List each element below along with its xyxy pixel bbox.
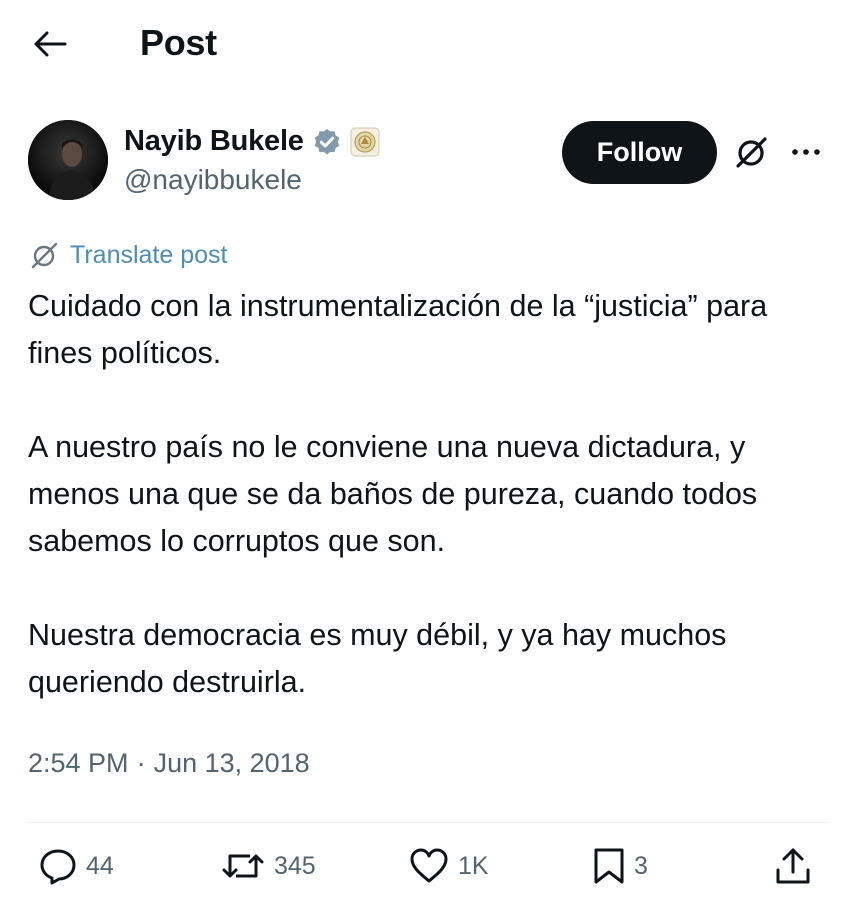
- author-handle[interactable]: @nayibbukele: [124, 164, 302, 196]
- bookmark-count: 3: [634, 851, 648, 880]
- post-paragraph: A nuestro país no le conviene una nueva …: [28, 430, 758, 558]
- more-horizontal-icon: [792, 149, 820, 155]
- repost-count: 345: [274, 851, 316, 880]
- avatar[interactable]: [28, 120, 108, 200]
- like-button[interactable]: 1K: [408, 846, 489, 886]
- post-time[interactable]: 2:54 PM: [28, 748, 129, 779]
- like-count: 1K: [458, 851, 489, 880]
- more-options-button[interactable]: [782, 128, 830, 176]
- avatar-photo: [28, 120, 108, 200]
- reply-count: 44: [86, 851, 114, 880]
- back-button[interactable]: [28, 24, 72, 64]
- timestamp-separator: ·: [136, 748, 146, 778]
- post-text: Cuidado con la instrumentalización de la…: [28, 283, 828, 706]
- share-button[interactable]: [774, 846, 812, 886]
- post-paragraph: Cuidado con la instrumentalización de la…: [28, 289, 768, 370]
- repost-button[interactable]: 345: [220, 846, 316, 886]
- follow-button[interactable]: Follow: [562, 121, 717, 184]
- translate-post-label: Translate post: [70, 240, 228, 269]
- post-date[interactable]: Jun 13, 2018: [154, 748, 310, 779]
- bookmark-icon: [594, 848, 624, 884]
- bookmark-button[interactable]: 3: [592, 846, 648, 886]
- share-icon: [776, 848, 810, 884]
- top-bar: Post: [0, 0, 856, 90]
- grok-icon: [31, 242, 58, 269]
- author-name-line: Nayib Bukele: [124, 125, 380, 158]
- action-bar: 44 345 1K 3: [0, 840, 856, 900]
- page-title: Post: [140, 22, 217, 63]
- translate-post-link[interactable]: Translate post: [30, 240, 227, 270]
- post-timestamp: 2:54 PM · Jun 13, 2018: [28, 748, 310, 779]
- verified-badge-icon: [314, 128, 339, 154]
- heart-icon: [410, 848, 448, 883]
- grok-icon: [736, 137, 767, 168]
- reply-icon: [40, 849, 76, 885]
- repost-icon: [222, 854, 264, 878]
- arrow-left-icon: [34, 31, 67, 57]
- post-paragraph: Nuestra democracia es muy débil, y ya ha…: [28, 618, 727, 699]
- grok-button[interactable]: [728, 128, 776, 176]
- divider: [28, 822, 828, 823]
- government-seal-badge-icon: [350, 127, 380, 156]
- reply-button[interactable]: 44: [38, 846, 114, 886]
- author-name[interactable]: Nayib Bukele: [124, 125, 304, 158]
